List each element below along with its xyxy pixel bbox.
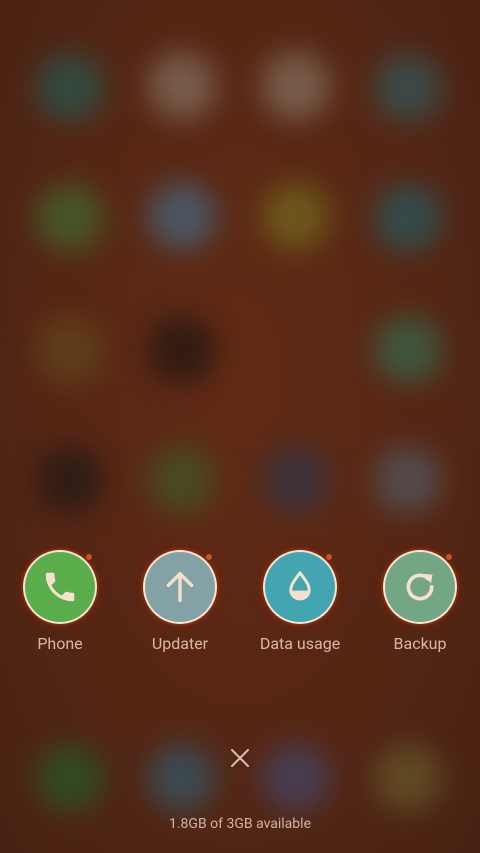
app-icon-phone[interactable]	[25, 552, 95, 622]
clear-all-button[interactable]	[222, 740, 258, 776]
app-label-data-usage: Data usage	[259, 634, 341, 653]
recent-apps-row: Phone Updater Data usage Backup	[0, 550, 480, 660]
close-icon	[231, 749, 249, 767]
lock-indicator-dot	[206, 554, 212, 560]
recent-app-updater[interactable]: Updater	[120, 550, 240, 660]
app-label-phone: Phone	[37, 634, 83, 653]
app-icon-data-usage[interactable]	[265, 552, 335, 622]
recents-screen: Phone Updater Data usage Backup 1.8GB of…	[0, 0, 480, 853]
water-drop-icon	[289, 571, 311, 601]
recent-app-backup[interactable]: Backup	[360, 550, 480, 660]
lock-indicator-dot	[326, 554, 332, 560]
lock-indicator-dot	[446, 554, 452, 560]
recent-app-data-usage[interactable]: Data usage	[240, 550, 360, 660]
arrow-up-icon	[166, 572, 194, 602]
lock-indicator-dot	[86, 554, 92, 560]
app-icon-backup[interactable]	[385, 552, 455, 622]
app-icon-updater[interactable]	[145, 552, 215, 622]
memory-status: 1.8GB of 3GB available	[168, 816, 311, 832]
app-label-backup: Backup	[393, 634, 447, 653]
app-label-updater: Updater	[151, 634, 209, 653]
refresh-icon	[406, 573, 434, 601]
recent-app-phone[interactable]: Phone	[0, 550, 120, 660]
overlay-dim	[0, 0, 480, 853]
phone-icon	[45, 572, 75, 602]
